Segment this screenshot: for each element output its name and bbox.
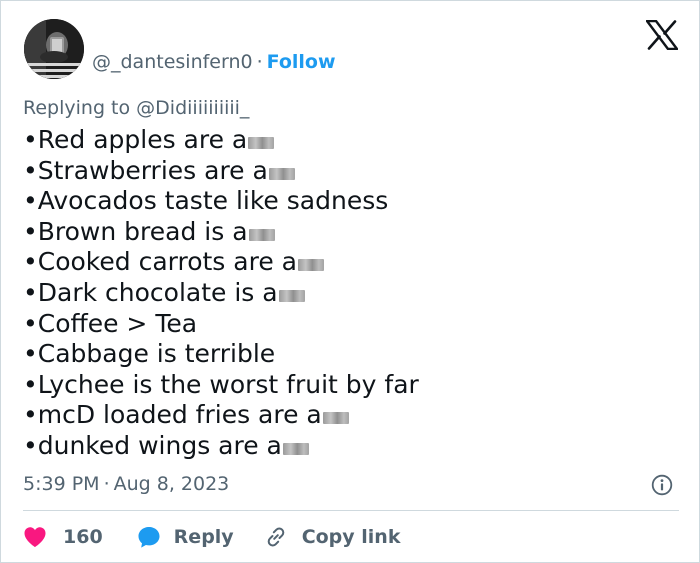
tweet-text: •Red apples are a •Strawberries are a •Avo…	[23, 125, 419, 462]
author-handle-row: @_dantesinfern0 · Follow	[92, 50, 336, 74]
bullet: •	[23, 400, 38, 430]
reply-button[interactable]: Reply	[137, 525, 234, 549]
censored-word	[248, 228, 275, 241]
tweet-line-text: Strawberries are a	[37, 155, 268, 185]
tweet-date: Aug 8, 2023	[113, 473, 230, 495]
copy-link-button[interactable]: Copy link	[264, 525, 401, 549]
tweet-line: •Cooked carrots are a	[23, 247, 419, 278]
tweet-line: •Cabbage is terrible	[23, 339, 419, 370]
timestamp-separator: ·	[103, 473, 110, 495]
censored-word	[297, 259, 324, 272]
bullet: •	[23, 155, 38, 185]
tweet-time: 5:39 PM	[23, 473, 100, 495]
censored-word	[322, 412, 349, 425]
tweet-line-text: dunked wings are a	[37, 430, 282, 460]
tweet-line: •dunked wings are a	[23, 431, 419, 462]
tweet-line-text: Dark chocolate is a	[37, 277, 278, 307]
bullet: •	[23, 339, 38, 369]
follow-button[interactable]: Follow	[267, 51, 336, 73]
tweet-line-text: Avocados taste like sadness	[37, 186, 389, 216]
tweet-line-text: Coffee > Tea	[37, 308, 198, 338]
speech-bubble-icon	[138, 527, 160, 548]
reply-context: Replying to @Didiiiiiiiiii_	[23, 96, 249, 120]
handle-separator: ·	[256, 51, 263, 73]
tweet-line: •Coffee > Tea	[23, 309, 419, 340]
tweet-timestamp[interactable]: 5:39 PM · Aug 8, 2023	[23, 472, 229, 496]
author-handle[interactable]: @_dantesinfern0	[92, 51, 253, 73]
bullet: •	[23, 186, 38, 216]
info-icon[interactable]	[651, 474, 673, 496]
reply-mention-link[interactable]: @Didiiiiiiiiii_	[136, 97, 249, 119]
tweet-line: •Red apples are a	[23, 125, 419, 156]
bullet: •	[23, 308, 38, 338]
bullet: •	[23, 430, 38, 460]
avatar-image	[24, 19, 84, 79]
bullet: •	[23, 369, 38, 399]
tweet-line: •Lychee is the worst fruit by far	[23, 370, 419, 401]
tweet-line: •Strawberries are a	[23, 156, 419, 187]
tweet-line-text: Cooked carrots are a	[37, 247, 297, 277]
censored-word	[278, 289, 305, 302]
action-bar: 160 Reply Copy link	[23, 522, 400, 552]
x-logo-icon[interactable]	[646, 20, 678, 50]
censored-word	[268, 167, 295, 180]
tweet-line-text: Red apples are a	[37, 125, 248, 154]
like-button[interactable]: 160	[23, 526, 103, 548]
censored-word	[282, 442, 309, 455]
censored-word	[248, 137, 275, 149]
reply-label: Reply	[173, 526, 234, 548]
heart-icon	[24, 527, 46, 547]
tweet-line: •Brown bread is a	[23, 217, 419, 248]
reply-context-prefix: Replying to	[23, 97, 131, 119]
avatar[interactable]	[24, 19, 84, 79]
link-icon	[267, 527, 284, 547]
copy-link-label: Copy link	[301, 526, 401, 548]
bullet: •	[23, 216, 38, 246]
bullet: •	[23, 247, 38, 277]
tweet-line: •Dark chocolate is a	[23, 278, 419, 309]
tweet-line: •Avocados taste like sadness	[23, 186, 419, 217]
tweet-card: @_dantesinfern0 · Follow Replying to @Didi…	[0, 0, 700, 563]
bullet: •	[23, 125, 38, 154]
tweet-line-text: mcD loaded fries are a	[37, 400, 322, 430]
tweet-line-text: Brown bread is a	[37, 216, 248, 246]
like-count: 160	[63, 526, 103, 548]
tweet-line-text: Cabbage is terrible	[37, 339, 276, 369]
tweet-line-text: Lychee is the worst fruit by far	[37, 369, 419, 399]
bullet: •	[23, 277, 38, 307]
tweet-line: •mcD loaded fries are a	[23, 400, 419, 431]
action-divider	[23, 510, 679, 511]
